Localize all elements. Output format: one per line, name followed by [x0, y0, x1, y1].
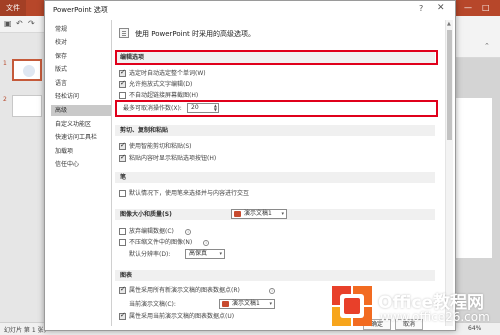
quick-access-toolbar: ▣ ↶ ↷ — [0, 16, 44, 33]
checkbox-select-whole-word[interactable] — [119, 68, 126, 77]
option-label: 选定时自动选定整个单词(W) — [129, 70, 206, 77]
nav-item-accessibility[interactable]: 轻松访问 — [51, 91, 111, 102]
chart-doc-select[interactable]: 演示文稿1 ▾ — [219, 299, 275, 309]
office-logo-icon — [332, 286, 372, 326]
nav-item-proofing[interactable]: 校对 — [51, 37, 111, 48]
watermark-url: www.office26.com — [380, 310, 490, 324]
nav-item-addins[interactable]: 加载项 — [51, 146, 111, 157]
options-nav: 常规 校对 保存 版式 语言 轻松访问 高级 自定义功能区 快速访问工具栏 加载… — [51, 20, 112, 326]
section-chart: 图表 — [115, 270, 435, 281]
scroll-up-icon[interactable]: ▲ — [447, 21, 451, 27]
checkbox-discard-edit-data[interactable] — [119, 228, 126, 235]
image-doc-value: 演示文稿1 — [244, 210, 272, 217]
file-tab[interactable]: 文件 — [0, 0, 26, 16]
chevron-down-icon: ▾ — [281, 211, 284, 217]
slide-thumbnail[interactable] — [12, 59, 42, 81]
ribbon-right-area: — □ ⌃ — [456, 3, 500, 58]
redo-icon[interactable]: ↷ — [28, 19, 35, 28]
option-label: 属性采用所有新演示文稿的图表数据点(R) — [129, 287, 240, 294]
nav-item-layout[interactable]: 版式 — [51, 64, 111, 75]
option-label: 允许拖放式文字编辑(D) — [129, 81, 193, 88]
checkbox-no-compress-images[interactable] — [119, 239, 126, 246]
checkbox-smart-cut-paste[interactable] — [119, 141, 126, 150]
checkbox-paste-options-button[interactable] — [119, 153, 126, 162]
status-text: 幻灯片 第 1 张， — [4, 327, 50, 334]
minimize-icon[interactable]: — — [464, 0, 472, 16]
content-scrollbar[interactable]: ▲ — [445, 20, 453, 326]
option-label: 属性采用当前演示文稿的图表数据点(U) — [129, 313, 235, 320]
nav-item-general[interactable]: 常规 — [51, 24, 111, 35]
option-label: 不压缩文件中的图像(N) — [129, 239, 193, 246]
slide-edge — [456, 98, 492, 258]
undo-icon[interactable]: ↶ — [16, 19, 23, 28]
nav-item-customize-ribbon[interactable]: 自定义功能区 — [51, 119, 111, 130]
option-label: 默认情况下，使用笔来选择并与内容进行交互 — [129, 190, 250, 197]
image-doc-select[interactable]: 演示文稿1 ▾ — [231, 209, 287, 219]
nav-item-quick-access[interactable]: 快速访问工具栏 — [51, 132, 111, 143]
close-icon[interactable]: ✕ — [437, 3, 445, 13]
nav-item-trust-center[interactable]: 信任中心 — [51, 159, 111, 170]
powerpoint-doc-icon — [222, 301, 229, 307]
thumbnail-shape — [23, 65, 35, 77]
checkbox-no-hyperlink-screenshot[interactable] — [119, 92, 126, 99]
slide-thumbnail[interactable] — [12, 95, 42, 117]
nav-item-save[interactable]: 保存 — [51, 51, 111, 62]
chart-doc-value: 演示文稿1 — [232, 300, 260, 307]
restore-icon[interactable]: □ — [482, 0, 490, 16]
checkbox-chart-current[interactable] — [119, 311, 126, 320]
slide-number: 2 — [3, 96, 7, 103]
chevron-down-icon: ▾ — [219, 251, 222, 257]
resolution-label: 默认分辨率(D): — [129, 251, 171, 258]
powerpoint-doc-icon — [234, 211, 241, 217]
watermark: Office教程网 www.office26.com — [330, 282, 500, 335]
highlight-box — [115, 50, 438, 65]
chevron-down-icon: ▾ — [269, 301, 272, 307]
section-clipboard: 剪切、复制和粘贴 — [115, 125, 435, 136]
slide-number: 1 — [3, 60, 7, 67]
dialog-titlebar: PowerPoint 选项 ? ✕ — [45, 1, 455, 19]
info-icon: i — [203, 240, 209, 246]
info-icon: i — [269, 288, 275, 294]
save-icon[interactable]: ▣ — [4, 19, 12, 28]
current-doc-label: 当前演示文稿(C): — [129, 301, 176, 308]
section-pen: 笔 — [115, 172, 435, 183]
highlight-box — [115, 100, 438, 117]
option-label: 放弃编辑数据(C) — [129, 228, 174, 235]
option-label: 粘贴内容时显示粘贴选项按钮(H) — [129, 155, 217, 162]
scrollbar-thumb[interactable] — [447, 30, 452, 140]
options-page-icon — [119, 28, 129, 38]
checkbox-drag-drop[interactable] — [119, 79, 126, 88]
resolution-select[interactable]: 高保真 ▾ — [185, 249, 225, 259]
resolution-value: 高保真 — [189, 250, 208, 257]
chevron-up-icon[interactable]: ⌃ — [484, 42, 490, 50]
dialog-title: PowerPoint 选项 — [53, 6, 108, 14]
checkbox-pen-select[interactable] — [119, 190, 126, 197]
info-icon: i — [185, 229, 191, 235]
options-content: 使用 PowerPoint 时采用的高级选项。 编辑选项 选定时自动选定整个单词… — [113, 20, 445, 326]
slide-thumbnail-pane: 1 2 — [0, 33, 44, 322]
nav-item-language[interactable]: 语言 — [51, 78, 111, 89]
help-icon[interactable]: ? — [419, 4, 423, 13]
page-intro: 使用 PowerPoint 时采用的高级选项。 — [135, 30, 255, 38]
nav-item-advanced[interactable]: 高级 — [51, 105, 111, 116]
checkbox-chart-all-new[interactable] — [119, 285, 126, 294]
option-label: 不自动超链接屏幕截图(H) — [129, 92, 199, 99]
option-label: 使用智能剪切和粘贴(S) — [129, 143, 192, 150]
